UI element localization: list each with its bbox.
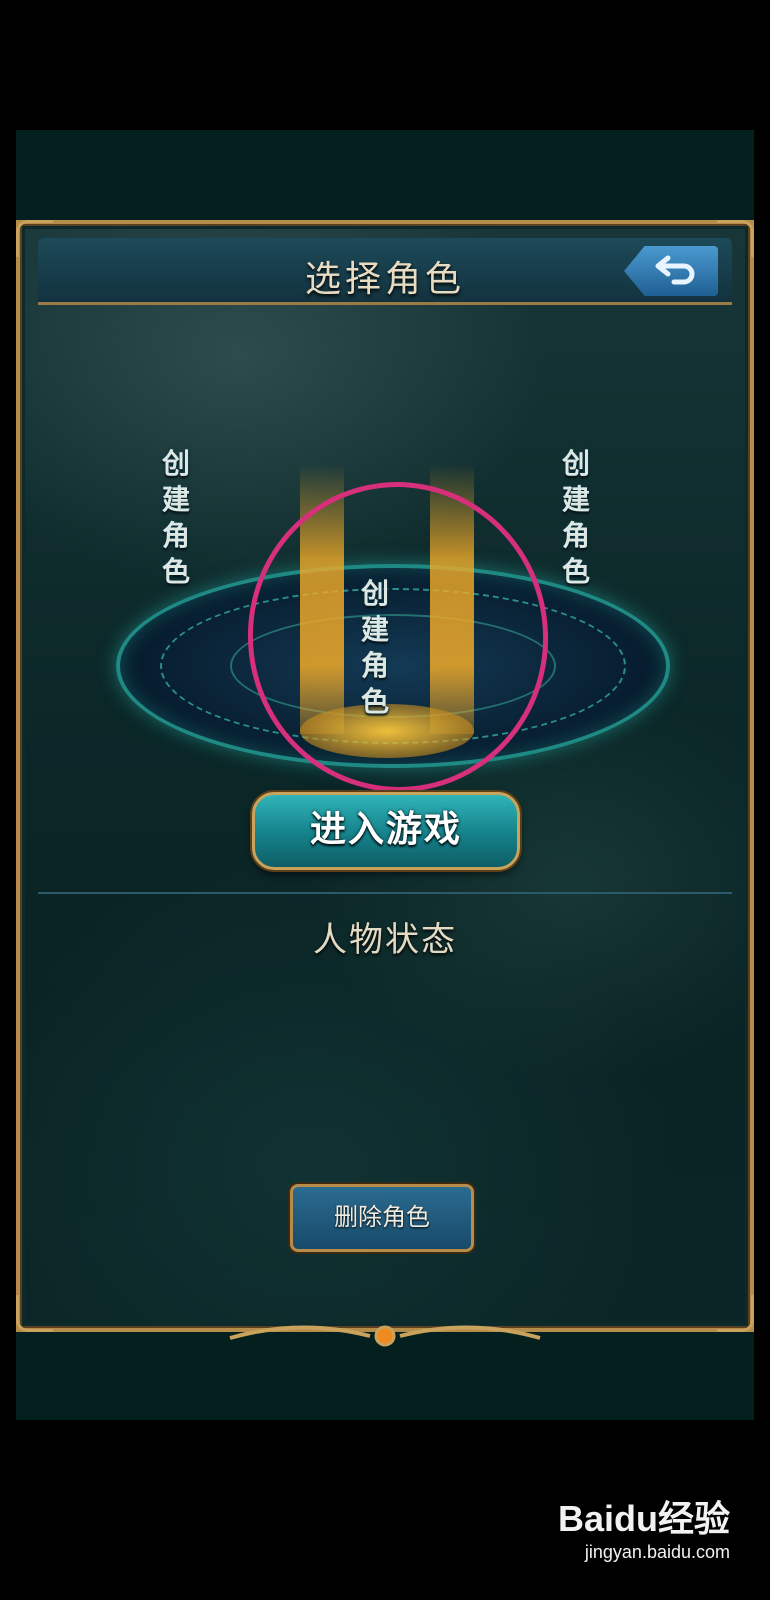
create-role-slot-left[interactable]: 创建角色: [158, 446, 194, 590]
character-status-title: 人物状态: [313, 920, 457, 960]
frame-corner: [717, 1295, 754, 1332]
watermark-logo: Baidu经验: [557, 1498, 730, 1539]
page-title: 选择角色: [304, 259, 465, 300]
watermark: Baidu经验 jingyan.baidu.com: [558, 1490, 730, 1563]
return-arrow-icon: [655, 255, 695, 285]
bottom-ornament-icon: [229, 1325, 541, 1347]
create-role-slot-right[interactable]: 创建角色: [558, 446, 594, 590]
frame-corner: [16, 1295, 53, 1332]
enter-game-button[interactable]: 进入游戏: [252, 792, 520, 870]
delete-role-button[interactable]: 删除角色: [290, 1184, 474, 1252]
watermark-url: jingyan.baidu.com: [584, 1542, 730, 1562]
section-divider: [38, 892, 732, 894]
select-role-panel: 选择角色 创建角色 创建角色 创建角色 进入游戏 人物状态 删除角色: [16, 220, 754, 1347]
title-bar: 选择角色: [38, 238, 732, 305]
